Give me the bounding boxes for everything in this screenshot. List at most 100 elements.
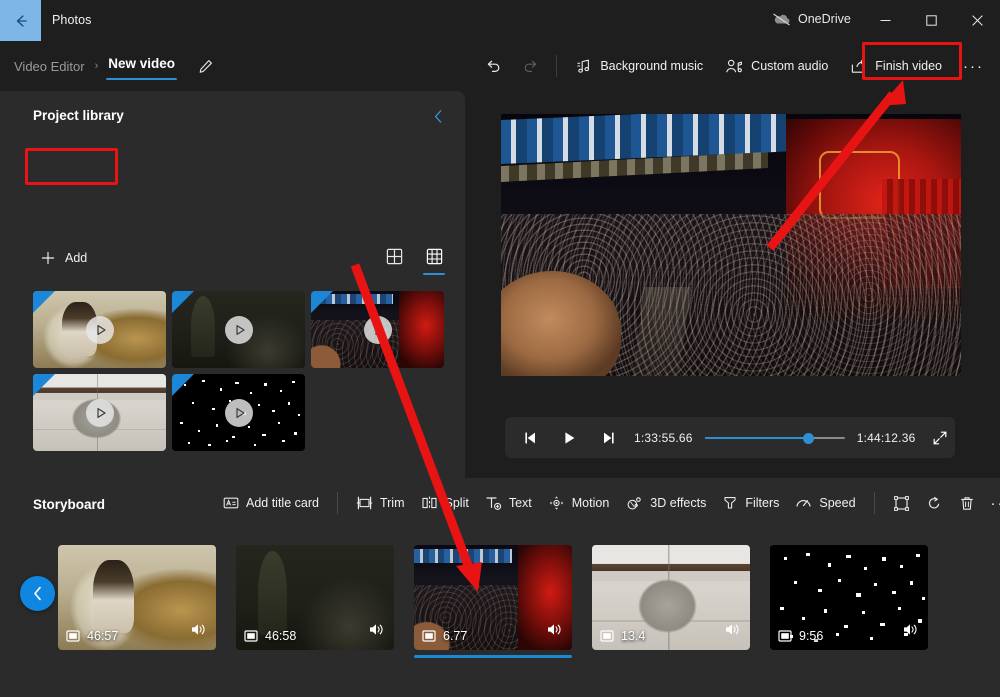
grid-large-icon bbox=[386, 248, 402, 265]
clip-volume-button[interactable] bbox=[368, 622, 385, 642]
add-title-card-button[interactable]: Add title card bbox=[215, 488, 327, 518]
more-options-button[interactable]: ··· bbox=[953, 49, 994, 83]
crop-frame-icon bbox=[893, 495, 909, 511]
clip-volume-button[interactable] bbox=[902, 622, 919, 642]
library-item-concert[interactable] bbox=[311, 291, 444, 368]
video-preview[interactable] bbox=[501, 114, 961, 376]
ellipsis-icon: ··· bbox=[963, 57, 984, 75]
previous-frame-button[interactable] bbox=[517, 421, 546, 455]
speed-button[interactable]: Speed bbox=[787, 488, 863, 518]
storyboard-clip-dog[interactable]: 13.4 bbox=[592, 545, 750, 650]
seek-thumb[interactable] bbox=[803, 432, 815, 444]
back-arrow-icon bbox=[16, 14, 27, 27]
breadcrumb-video-editor[interactable]: Video Editor bbox=[12, 55, 87, 78]
minimize-icon bbox=[880, 20, 890, 21]
minimize-button[interactable] bbox=[862, 0, 908, 41]
breadcrumb-new-video[interactable]: New video bbox=[106, 52, 177, 80]
undo-button[interactable] bbox=[475, 49, 512, 83]
add-media-label: Add bbox=[65, 251, 88, 265]
clip-volume-button[interactable] bbox=[724, 622, 741, 642]
preview-area: 1:33:55.66 1:44:12.36 bbox=[465, 91, 1000, 478]
3d-effects-button[interactable]: 3D effects bbox=[617, 488, 714, 518]
video-corner-flag-icon bbox=[33, 291, 55, 313]
clip-duration: 46:57 bbox=[66, 629, 118, 643]
motion-label: Motion bbox=[571, 496, 610, 510]
delete-button[interactable] bbox=[951, 488, 983, 518]
player-controls: 1:33:55.66 1:44:12.36 bbox=[505, 417, 955, 458]
maximize-button[interactable] bbox=[908, 0, 954, 41]
speed-icon bbox=[796, 500, 811, 507]
library-item-night-stars[interactable] bbox=[172, 374, 305, 451]
seek-progress bbox=[704, 436, 809, 439]
current-time: 1:33:55.66 bbox=[633, 430, 693, 445]
text-button[interactable]: Text bbox=[477, 488, 540, 518]
trim-button[interactable]: Trim bbox=[348, 488, 413, 518]
clip-duration: 46:58 bbox=[244, 629, 296, 643]
toolbar-divider bbox=[336, 492, 338, 514]
rotate-button[interactable] bbox=[918, 488, 951, 518]
preview-frame-art bbox=[501, 114, 961, 376]
3d-effects-label: 3D effects bbox=[650, 496, 707, 510]
library-item-dark-landscape[interactable] bbox=[172, 291, 305, 368]
split-button[interactable]: Split bbox=[413, 488, 477, 518]
fullscreen-button[interactable] bbox=[926, 421, 955, 455]
chevron-left-icon bbox=[434, 109, 441, 123]
storyboard-scroll-left-button[interactable] bbox=[20, 576, 55, 611]
trim-label: Trim bbox=[379, 496, 405, 510]
redo-button[interactable] bbox=[512, 49, 549, 83]
library-item-dog[interactable] bbox=[33, 374, 166, 451]
video-corner-flag-icon bbox=[311, 291, 333, 313]
motion-button[interactable]: Motion bbox=[540, 488, 618, 518]
command-bar-divider bbox=[556, 55, 558, 77]
film-frame-icon bbox=[422, 630, 436, 642]
storyboard-clip-night-stars[interactable]: 9:56 bbox=[770, 545, 928, 650]
next-frame-button[interactable] bbox=[593, 421, 622, 455]
collapse-library-button[interactable] bbox=[425, 103, 451, 129]
text-label: Text bbox=[508, 496, 532, 510]
text-icon bbox=[486, 497, 501, 510]
clip-volume-button[interactable] bbox=[546, 622, 563, 642]
3d-effects-icon bbox=[627, 497, 642, 510]
chevron-left-icon bbox=[33, 586, 41, 601]
title-card-icon bbox=[223, 497, 239, 509]
redo-icon bbox=[524, 60, 537, 72]
library-item-painting[interactable] bbox=[33, 291, 166, 368]
play-overlay-icon bbox=[85, 398, 114, 427]
filters-button[interactable]: Filters bbox=[714, 488, 787, 518]
play-overlay-icon bbox=[224, 398, 253, 427]
finish-video-button[interactable]: Finish video bbox=[839, 49, 953, 83]
storyboard-more-button[interactable]: ··· bbox=[983, 488, 1000, 518]
onedrive-status[interactable]: OneDrive bbox=[772, 12, 851, 26]
project-library-panel: Project library Add bbox=[0, 91, 465, 478]
plus-icon bbox=[41, 251, 55, 265]
trim-icon bbox=[356, 496, 373, 510]
background-music-button[interactable]: Background music bbox=[564, 49, 714, 83]
play-overlay-icon bbox=[363, 315, 392, 344]
video-corner-flag-icon bbox=[172, 291, 194, 313]
app-title: Photos bbox=[52, 13, 92, 27]
share-export-icon bbox=[852, 59, 866, 73]
storyboard-toolbar: Add title card Trim Split Text Motion 3D… bbox=[215, 488, 1000, 518]
storyboard-clip-concert[interactable]: 6.77 bbox=[414, 545, 572, 658]
play-icon bbox=[565, 431, 575, 444]
play-button[interactable] bbox=[555, 421, 584, 455]
filters-label: Filters bbox=[745, 496, 780, 510]
add-media-button[interactable]: Add bbox=[31, 245, 112, 271]
aspect-ratio-button[interactable] bbox=[885, 488, 918, 518]
grid-large-view-button[interactable] bbox=[381, 246, 407, 276]
split-label: Split bbox=[444, 496, 469, 510]
breadcrumb: Video Editor › New video bbox=[12, 52, 214, 80]
fullscreen-icon bbox=[933, 431, 947, 444]
storyboard-clip-dark-landscape[interactable]: 46:58 bbox=[236, 545, 394, 650]
clip-volume-button[interactable] bbox=[190, 622, 207, 642]
custom-audio-button[interactable]: Custom audio bbox=[714, 49, 839, 83]
undo-icon bbox=[488, 60, 500, 72]
rename-project-button[interactable] bbox=[197, 58, 214, 75]
rotate-icon bbox=[928, 496, 939, 508]
back-button[interactable] bbox=[0, 0, 41, 41]
grid-small-view-button[interactable] bbox=[421, 246, 447, 276]
close-button[interactable] bbox=[954, 0, 1000, 41]
seek-slider[interactable] bbox=[704, 431, 845, 445]
speed-label: Speed bbox=[819, 496, 856, 510]
storyboard-clip-painting[interactable]: 46:57 bbox=[58, 545, 216, 650]
